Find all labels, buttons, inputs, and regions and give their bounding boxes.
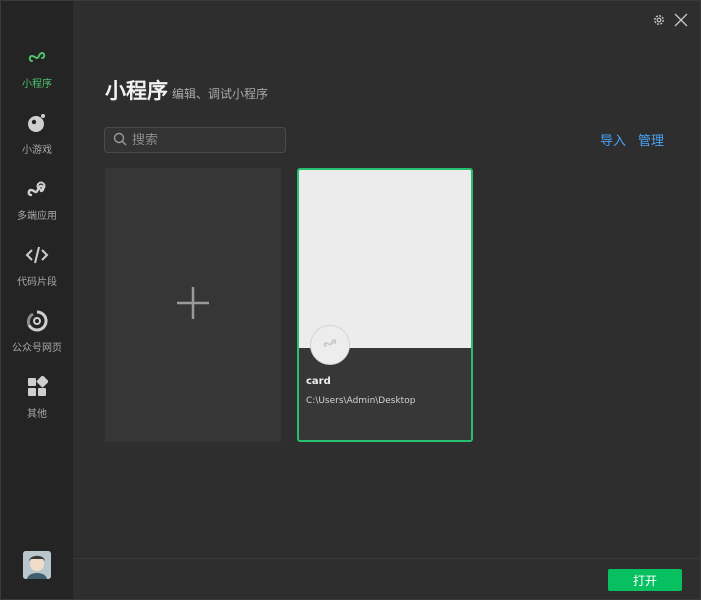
minigame-icon <box>25 111 49 135</box>
miniprogram-logo-icon <box>322 335 338 355</box>
sidebar-item-multiplatform[interactable]: 多端应用 <box>1 177 73 237</box>
official-account-web-icon <box>25 309 49 333</box>
project-name: card <box>306 376 331 387</box>
close-icon[interactable] <box>674 13 688 27</box>
sidebar-item-label: 小游戏 <box>22 145 52 156</box>
search-box[interactable] <box>104 127 302 153</box>
search-icon <box>113 131 127 150</box>
window-controls <box>652 13 688 27</box>
project-path: C:\Users\Admin\Desktop <box>306 396 416 406</box>
sidebar-item-label: 其他 <box>27 409 47 420</box>
new-project-card[interactable] <box>105 168 281 442</box>
sidebar-item-label: 多端应用 <box>17 211 57 222</box>
avatar[interactable] <box>23 551 51 579</box>
grid-icon <box>25 375 49 399</box>
sidebar-item-minigame[interactable]: 小游戏 <box>1 111 73 171</box>
miniprogram-icon <box>25 45 49 69</box>
sidebar: 小程序 小游戏 多端应用 代码片段 公众号网页 其他 <box>1 1 73 599</box>
project-preview <box>299 170 471 348</box>
multiplatform-icon <box>25 177 49 201</box>
page-subtitle: 编辑、调试小程序 <box>172 87 269 101</box>
project-logo <box>310 325 350 365</box>
sidebar-item-official-account[interactable]: 公众号网页 <box>1 309 73 369</box>
sidebar-item-label: 小程序 <box>22 79 52 90</box>
manage-link[interactable]: 管理 <box>638 130 664 149</box>
page-title: 小程序 <box>105 79 168 103</box>
sidebar-item-label: 公众号网页 <box>12 343 62 354</box>
code-snippet-icon <box>25 243 49 267</box>
project-actions: 导入 管理 <box>600 130 664 149</box>
project-card[interactable]: card C:\Users\Admin\Desktop <box>297 168 473 442</box>
open-button[interactable]: 打开 <box>608 569 682 591</box>
sidebar-item-label: 代码片段 <box>17 277 57 288</box>
sidebar-item-code-snippet[interactable]: 代码片段 <box>1 243 73 303</box>
sidebar-item-other[interactable]: 其他 <box>1 375 73 435</box>
page-heading: 小程序 编辑、调试小程序 <box>105 75 268 105</box>
footer-divider <box>73 558 700 559</box>
sidebar-item-miniprogram[interactable]: 小程序 <box>1 45 73 105</box>
app-window: 小程序 小游戏 多端应用 代码片段 公众号网页 其他 小程序 编辑、调试小程序 … <box>0 0 701 600</box>
search-input[interactable] <box>132 132 302 148</box>
import-link[interactable]: 导入 <box>600 130 626 149</box>
plus-icon <box>175 285 211 325</box>
settings-gear-icon[interactable] <box>652 13 666 27</box>
